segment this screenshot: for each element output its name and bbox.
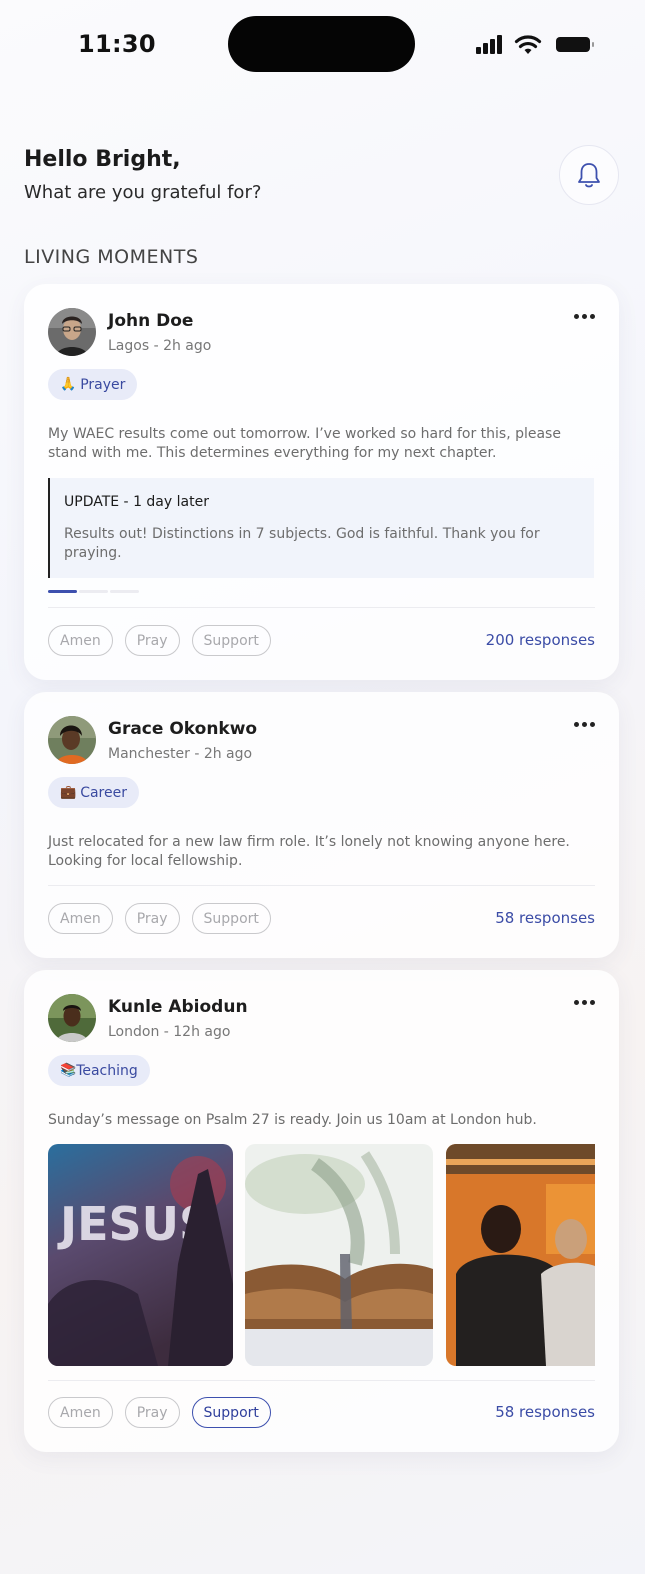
status-time: 11:30 xyxy=(78,30,156,58)
gallery-photo[interactable] xyxy=(245,1144,433,1366)
post-text: Just relocated for a new law firm role. … xyxy=(48,834,570,869)
update-title: UPDATE - 1 day later xyxy=(64,494,209,510)
amen-button[interactable]: Amen xyxy=(48,1397,113,1428)
post-meta: Lagos - 2h ago xyxy=(108,338,212,354)
more-icon[interactable] xyxy=(574,722,595,727)
avatar[interactable] xyxy=(48,716,96,764)
post-card: Grace Okonkwo Manchester - 2h ago 💼 Care… xyxy=(24,692,619,958)
support-button[interactable]: Support xyxy=(191,903,271,934)
responses-link[interactable]: 58 responses xyxy=(495,1403,595,1421)
author-name[interactable]: John Doe xyxy=(108,311,193,331)
update-text: Results out! Distinctions in 7 subjects.… xyxy=(64,526,540,561)
briefcase-icon: 💼 xyxy=(60,785,77,800)
avatar[interactable] xyxy=(48,308,96,356)
tag-label: Prayer xyxy=(80,376,126,393)
wifi-icon xyxy=(514,35,542,54)
responses-link[interactable]: 58 responses xyxy=(495,909,595,927)
support-button[interactable]: Support xyxy=(191,1397,271,1428)
signal-icon xyxy=(476,34,504,54)
photo-gallery[interactable]: JESUS xyxy=(48,1144,595,1366)
dynamic-island xyxy=(228,16,415,72)
post-text: Sunday’s message on Psalm 27 is ready. J… xyxy=(48,1112,537,1128)
more-icon[interactable] xyxy=(574,1000,595,1005)
category-tag[interactable]: 🙏 Prayer xyxy=(48,369,138,400)
bell-icon xyxy=(578,163,600,188)
progress-segment xyxy=(110,590,139,593)
post-card: Kunle Abiodun London - 12h ago 📚 Teachin… xyxy=(24,970,619,1452)
responses-link[interactable]: 200 responses xyxy=(486,631,595,649)
books-icon: 📚 xyxy=(60,1063,77,1078)
divider xyxy=(48,607,595,608)
reaction-bar: Amen Pray Support xyxy=(48,625,271,656)
notifications-button[interactable] xyxy=(559,145,619,205)
greeting-subtitle: What are you grateful for? xyxy=(24,182,262,203)
update-progress xyxy=(48,590,139,593)
progress-segment xyxy=(79,590,108,593)
reaction-bar: Amen Pray Support xyxy=(48,1397,271,1428)
amen-button[interactable]: Amen xyxy=(48,903,113,934)
category-tag[interactable]: 💼 Career xyxy=(48,777,139,808)
author-name[interactable]: Kunle Abiodun xyxy=(108,997,248,1017)
prayer-icon: 🙏 xyxy=(60,377,77,392)
status-icons xyxy=(476,34,596,56)
divider xyxy=(48,1380,595,1381)
tag-label: Career xyxy=(80,784,127,801)
battery-icon xyxy=(556,37,594,52)
reaction-bar: Amen Pray Support xyxy=(48,903,271,934)
amen-button[interactable]: Amen xyxy=(48,625,113,656)
post-meta: London - 12h ago xyxy=(108,1024,231,1040)
pray-button[interactable]: Pray xyxy=(124,625,180,656)
pray-button[interactable]: Pray xyxy=(124,903,180,934)
divider xyxy=(48,885,595,886)
avatar[interactable] xyxy=(48,994,96,1042)
author-name[interactable]: Grace Okonkwo xyxy=(108,719,257,739)
gallery-photo[interactable] xyxy=(446,1144,595,1366)
greeting-title: Hello Bright, xyxy=(24,147,181,172)
post-card: John Doe Lagos - 2h ago 🙏 Prayer My WAEC… xyxy=(24,284,619,680)
progress-segment xyxy=(48,590,77,593)
pray-button[interactable]: Pray xyxy=(124,1397,180,1428)
more-icon[interactable] xyxy=(574,314,595,319)
category-tag[interactable]: 📚 Teaching xyxy=(48,1055,150,1086)
update-box[interactable]: UPDATE - 1 day later Results out! Distin… xyxy=(48,478,594,578)
section-title: LIVING MOMENTS xyxy=(24,246,199,268)
status-bar: 11:30 xyxy=(0,0,645,88)
post-meta: Manchester - 2h ago xyxy=(108,746,253,762)
tag-label: Teaching xyxy=(76,1062,138,1079)
gallery-photo[interactable]: JESUS xyxy=(48,1144,233,1366)
post-text: My WAEC results come out tomorrow. I’ve … xyxy=(48,426,561,461)
support-button[interactable]: Support xyxy=(191,625,271,656)
